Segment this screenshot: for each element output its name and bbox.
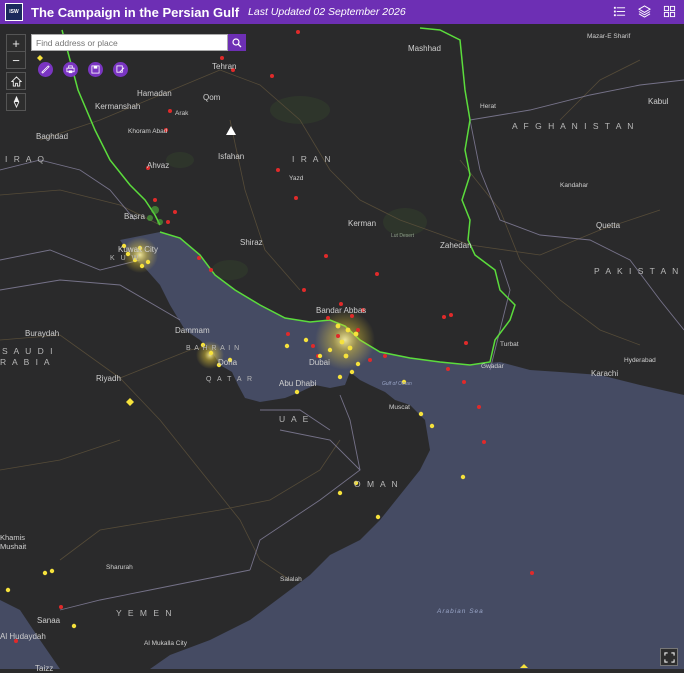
- sea-label: Gulf of Oman: [382, 381, 412, 387]
- edit-button[interactable]: [113, 62, 128, 77]
- logo: ISW: [5, 3, 23, 21]
- city-label: Yazd: [289, 175, 304, 182]
- city-label: Baghdad: [36, 132, 69, 141]
- city-label: Kermanshah: [95, 102, 141, 111]
- app-header: ISW The Campaign in the Persian Gulf Las…: [0, 0, 684, 24]
- city-label: Mashhad: [408, 44, 441, 53]
- city-label: Bandar Abbas: [316, 306, 367, 315]
- country-label: O M A N: [354, 479, 400, 489]
- home-icon: [10, 75, 22, 87]
- country-label: B A H R A I N: [186, 345, 241, 352]
- last-updated: Last Updated 02 September 2026: [248, 6, 406, 18]
- city-label: Hamadan: [137, 89, 172, 98]
- zoom-in-button[interactable]: +: [6, 34, 26, 52]
- search-input[interactable]: [31, 34, 228, 51]
- measure-button[interactable]: [38, 62, 53, 77]
- compass-button[interactable]: [6, 93, 26, 111]
- fullscreen-icon: [663, 651, 675, 663]
- region-label: Lut Desert: [391, 233, 415, 239]
- save-button[interactable]: [88, 62, 103, 77]
- sea-label: Arabian Sea: [437, 608, 484, 615]
- country-label: R A B I A: [0, 357, 52, 367]
- measure-icon: [41, 65, 50, 74]
- home-button[interactable]: [6, 72, 26, 90]
- search-button[interactable]: [228, 34, 246, 51]
- city-label: Turbat: [500, 341, 519, 348]
- country-label: A F G H A N I S T A N: [512, 121, 636, 131]
- city-label: Al Hudaydah: [0, 632, 46, 641]
- city-label: Kandahar: [560, 182, 589, 189]
- city-label: Abu Dhabi: [279, 379, 317, 388]
- city-label: Dammam: [175, 326, 210, 335]
- print-icon: [66, 65, 75, 74]
- city-label: Karachi: [591, 369, 619, 378]
- city-label: Basra: [124, 212, 145, 221]
- city-label: Hyderabad: [624, 357, 656, 364]
- city-label: Al Mukalla City: [144, 640, 187, 647]
- city-label: Doha: [218, 358, 238, 367]
- country-label: S A U D I: [2, 346, 55, 356]
- country-label: I R A Q: [5, 154, 46, 164]
- city-label: Zahedan: [440, 241, 472, 250]
- city-label: Ahvaz: [147, 161, 170, 170]
- city-label: Khoram Abad: [128, 128, 168, 135]
- city-label: Kabul: [648, 97, 669, 106]
- city-label: Tehran: [212, 62, 237, 71]
- city-label: Sharurah: [106, 564, 133, 571]
- city-label: Mushait: [0, 542, 27, 551]
- grid-icon[interactable]: [663, 5, 676, 18]
- search-icon: [232, 37, 242, 47]
- city-label: Salalah: [280, 576, 302, 583]
- compass-icon: [13, 96, 19, 108]
- country-label: P A K I S T A N: [594, 266, 681, 276]
- app-title: The Campaign in the Persian Gulf: [31, 4, 240, 20]
- city-label: Isfahan: [218, 152, 245, 161]
- map-view[interactable]: I R A N I R A Q A F G H A N I S T A N P …: [0, 24, 684, 673]
- city-label: Sanaa: [37, 616, 61, 625]
- country-label: K U W: [110, 255, 141, 262]
- city-label: Gwadar: [481, 363, 504, 370]
- zoom-out-button[interactable]: −: [6, 51, 26, 69]
- country-label: Y E M E N: [116, 608, 174, 618]
- print-button[interactable]: [63, 62, 78, 77]
- city-label: Kuwait City: [118, 245, 159, 254]
- city-label: Herat: [480, 103, 496, 110]
- city-label: Buraydah: [25, 329, 60, 338]
- city-label: Muscat: [389, 404, 410, 411]
- city-label: Qom: [203, 93, 221, 102]
- city-label: Shiraz: [240, 238, 263, 247]
- city-label: Arak: [175, 110, 189, 117]
- layers-icon[interactable]: [638, 5, 651, 18]
- city-label: Riyadh: [96, 374, 121, 383]
- city-label: Kerman: [348, 219, 377, 228]
- city-label: Khamis: [0, 533, 26, 542]
- fullscreen-button[interactable]: [660, 648, 678, 666]
- country-label: I R A N: [292, 154, 333, 164]
- city-label: Quetta: [596, 221, 621, 230]
- country-label: Q A T A R: [206, 376, 255, 383]
- save-icon: [91, 65, 100, 74]
- city-label: Dubai: [309, 358, 330, 367]
- city-label: Mazar-E Sharif: [587, 33, 631, 40]
- edit-icon: [116, 65, 125, 73]
- country-label: U A E: [279, 414, 311, 424]
- list-icon[interactable]: [613, 5, 626, 18]
